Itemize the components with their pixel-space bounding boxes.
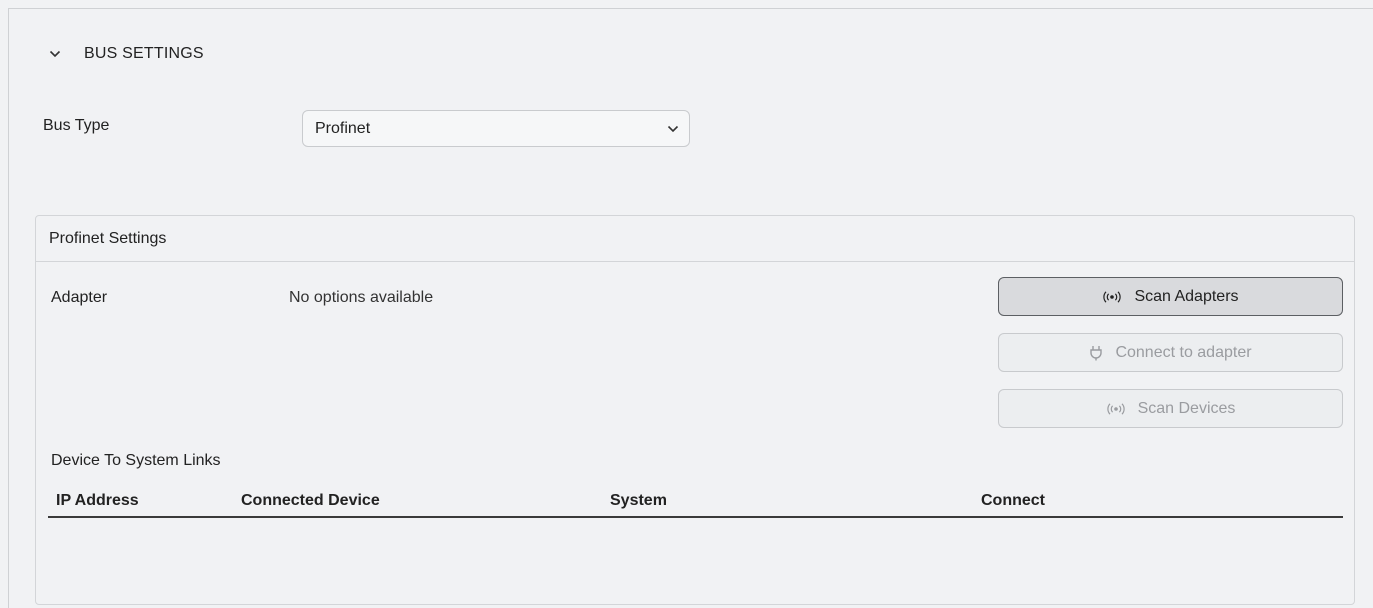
bus-settings-section-toggle[interactable]: BUS SETTINGS xyxy=(48,40,204,68)
scan-adapters-label: Scan Adapters xyxy=(1134,287,1239,305)
broadcast-icon xyxy=(1106,402,1126,415)
connect-to-adapter-label: Connect to adapter xyxy=(1115,343,1252,361)
plug-icon xyxy=(1089,345,1103,361)
chevron-down-icon xyxy=(48,47,62,61)
bus-type-label: Bus Type xyxy=(43,117,110,134)
column-header-ip-address[interactable]: IP Address xyxy=(56,492,139,510)
chevron-down-icon xyxy=(667,125,679,133)
adapter-value: No options available xyxy=(289,289,434,306)
bus-type-select[interactable]: Profinet xyxy=(302,110,690,147)
connect-to-adapter-button[interactable]: Connect to adapter xyxy=(998,333,1343,372)
panel-title: Profinet Settings xyxy=(36,216,1354,262)
scan-adapters-button[interactable]: Scan Adapters xyxy=(998,277,1343,316)
adapter-label: Adapter xyxy=(51,289,108,306)
column-header-system[interactable]: System xyxy=(610,492,667,510)
broadcast-icon xyxy=(1102,290,1122,303)
links-table-header: IP Address Connected Device System Conne… xyxy=(48,488,1343,518)
profinet-settings-panel: Profinet Settings Adapter No options ava… xyxy=(35,215,1355,605)
scan-devices-label: Scan Devices xyxy=(1137,399,1236,417)
column-header-connected-device[interactable]: Connected Device xyxy=(241,492,380,510)
section-title: BUS SETTINGS xyxy=(84,45,204,62)
column-header-connect[interactable]: Connect xyxy=(981,492,1045,510)
bus-type-selected-value: Profinet xyxy=(315,119,371,137)
device-to-system-links-title: Device To System Links xyxy=(51,452,221,469)
scan-devices-button[interactable]: Scan Devices xyxy=(998,389,1343,428)
